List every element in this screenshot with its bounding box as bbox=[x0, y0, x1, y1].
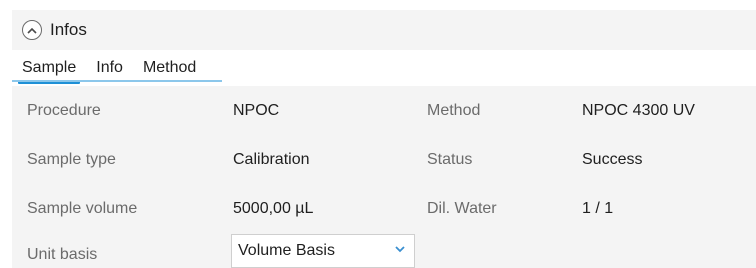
chevron-down-icon bbox=[395, 246, 405, 253]
sample-volume-label: Sample volume bbox=[27, 200, 138, 217]
sample-type-label: Sample type bbox=[27, 151, 116, 168]
tab-sample[interactable]: Sample bbox=[12, 59, 86, 84]
method-value: NPOC 4300 UV bbox=[582, 102, 695, 119]
dil-water-label: Dil. Water bbox=[427, 200, 497, 217]
tab-info[interactable]: Info bbox=[86, 59, 133, 82]
procedure-label: Procedure bbox=[27, 102, 101, 119]
procedure-value: NPOC bbox=[233, 102, 280, 119]
section-title: Infos bbox=[50, 20, 87, 39]
sample-volume-value: 5000,00 µL bbox=[233, 200, 314, 217]
status-value: Success bbox=[582, 151, 643, 168]
unit-basis-select[interactable]: Volume Basis bbox=[231, 234, 415, 268]
chevron-up-circle-icon[interactable] bbox=[22, 20, 42, 40]
tab-bar: Sample Info Method bbox=[12, 54, 756, 84]
tab-bar-underline bbox=[12, 80, 222, 82]
unit-basis-selected-value: Volume Basis bbox=[238, 242, 335, 259]
chevron-up-icon bbox=[27, 27, 37, 34]
tab-method[interactable]: Method bbox=[133, 59, 206, 82]
unit-basis-label: Unit basis bbox=[27, 246, 98, 263]
sample-type-value: Calibration bbox=[233, 151, 310, 168]
method-label: Method bbox=[427, 102, 481, 119]
infos-header: Infos bbox=[12, 10, 756, 50]
status-label: Status bbox=[427, 151, 473, 168]
dil-water-value: 1 / 1 bbox=[582, 200, 614, 217]
